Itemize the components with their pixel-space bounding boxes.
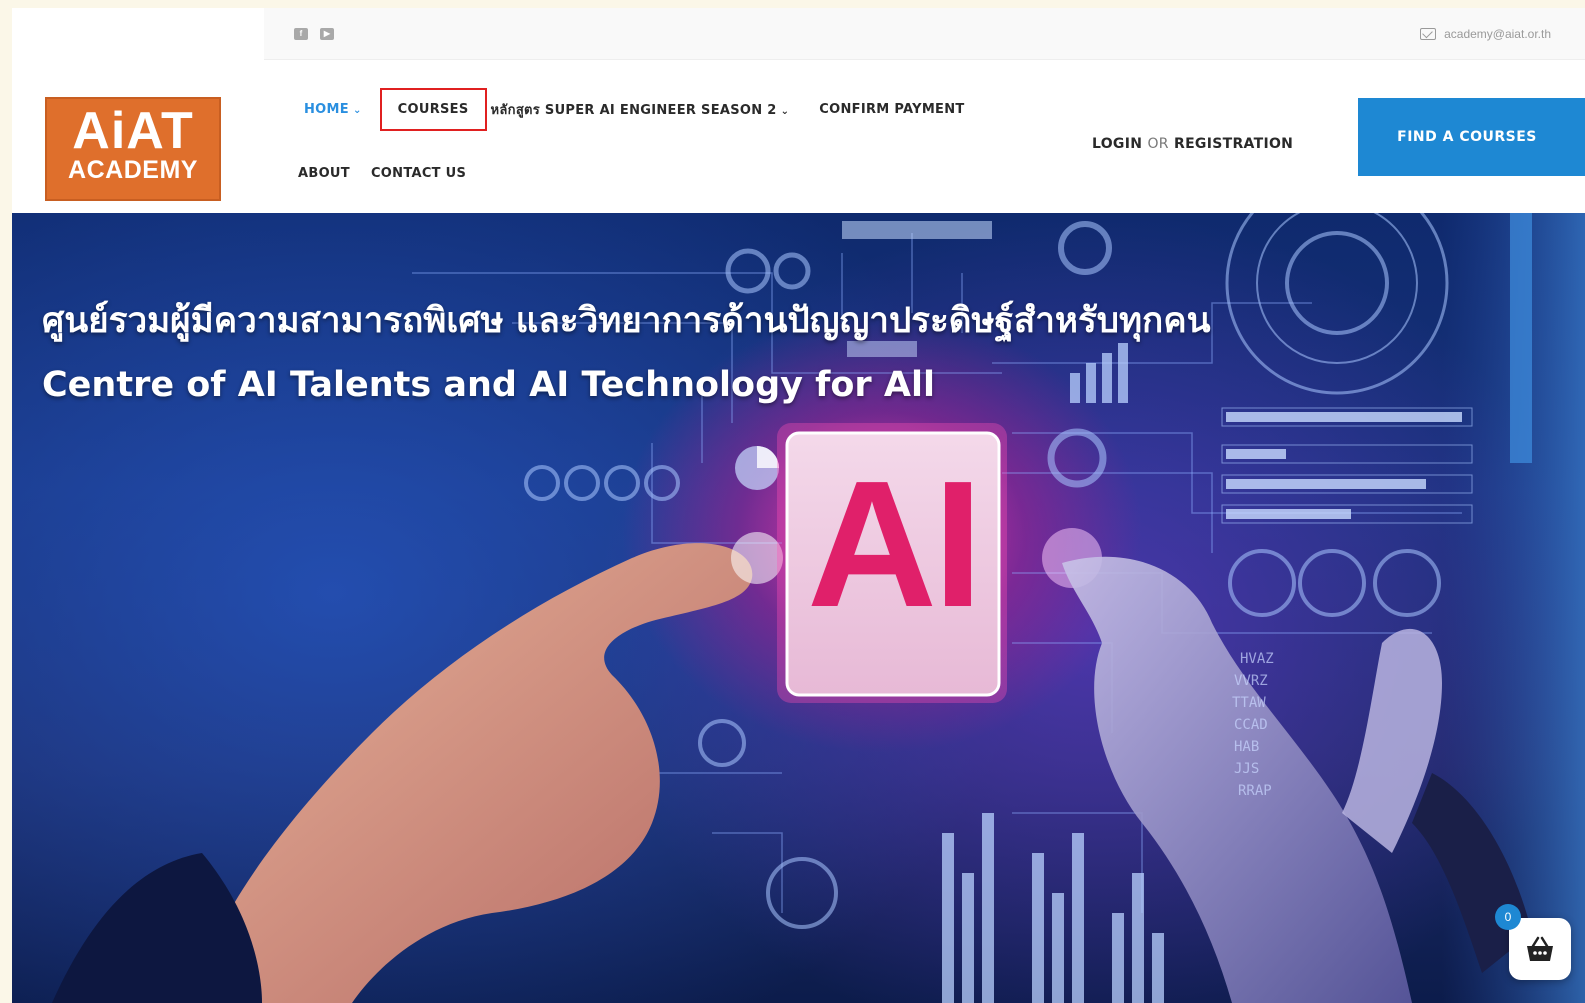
or-text: OR — [1147, 136, 1169, 152]
nav-home-label: HOME — [304, 102, 349, 117]
login-registration: LOGIN OR REGISTRATION — [1092, 136, 1293, 152]
code-line: JJS — [1234, 761, 1259, 777]
find-courses-button[interactable]: FIND A COURSES — [1358, 98, 1585, 176]
hero-title-english: Centre of AI Talents and AI Technology f… — [42, 365, 935, 405]
hero-title-thai: ศูนย์รวมผู้มีความสามารถพิเศษ และวิทยาการ… — [42, 301, 1211, 341]
menu-row-primary: HOME ⌄ COURSES หลักสูตร SUPER AI ENGINEER… — [292, 88, 977, 131]
top-bar: f ▶ academy@aiat.or.th — [264, 8, 1585, 60]
logo-area: AiAT ACADEMY — [12, 8, 264, 213]
email-text: academy@aiat.or.th — [1444, 26, 1551, 41]
registration-link[interactable]: REGISTRATION — [1174, 136, 1293, 152]
contact-email[interactable]: academy@aiat.or.th — [1420, 27, 1551, 41]
main-navigation: HOME ⌄ COURSES หลักสูตร SUPER AI ENGINEER… — [264, 60, 1585, 213]
ai-chip-text: AI — [807, 444, 983, 645]
logo-text-academy: ACADEMY — [68, 156, 198, 184]
nav-item-about[interactable]: ABOUT — [298, 166, 360, 181]
nav-item-confirm-payment[interactable]: CONFIRM PAYMENT — [801, 102, 976, 117]
sleeve — [52, 853, 262, 1003]
nav-item-home[interactable]: HOME ⌄ — [292, 102, 374, 117]
right-bar — [1510, 213, 1532, 463]
code-line: VVRZ — [1234, 673, 1268, 689]
page: AiAT ACADEMY f ▶ academy@aiat.or.th HOME… — [12, 8, 1585, 1003]
code-line: HAB — [1234, 739, 1259, 755]
chevron-down-icon: ⌄ — [780, 106, 790, 117]
basket-icon — [1527, 936, 1553, 961]
menu-row-secondary: ABOUT CONTACT US — [298, 166, 487, 181]
cart-button[interactable] — [1509, 918, 1571, 980]
nav-super-ai-label: หลักสูตร SUPER AI ENGINEER SEASON 2 — [490, 103, 777, 118]
code-line: HVAZ — [1240, 651, 1274, 667]
logo-text-aiat: AiAT — [72, 102, 194, 160]
code-line: CCAD — [1234, 717, 1268, 733]
code-line: TTAW — [1232, 695, 1266, 711]
nav-item-courses[interactable]: COURSES — [379, 88, 487, 131]
envelope-icon — [1420, 27, 1437, 40]
youtube-icon[interactable]: ▶ — [320, 27, 334, 40]
nav-item-super-ai[interactable]: หลักสูตร SUPER AI ENGINEER SEASON 2 ⌄ — [487, 99, 802, 120]
site-logo[interactable]: AiAT ACADEMY — [45, 97, 221, 201]
social-links: f ▶ — [294, 27, 334, 40]
login-link[interactable]: LOGIN — [1092, 136, 1142, 152]
facebook-icon[interactable]: f — [294, 27, 308, 40]
nav-item-contact[interactable]: CONTACT US — [371, 166, 476, 181]
code-line: RRAP — [1238, 783, 1272, 799]
cart-count-badge: 0 — [1495, 904, 1521, 930]
chevron-down-icon: ⌄ — [352, 105, 362, 116]
hero-banner: HVAZ VVRZ TTAW CCAD HAB JJS RRAP AI ศูนย… — [12, 213, 1585, 1003]
